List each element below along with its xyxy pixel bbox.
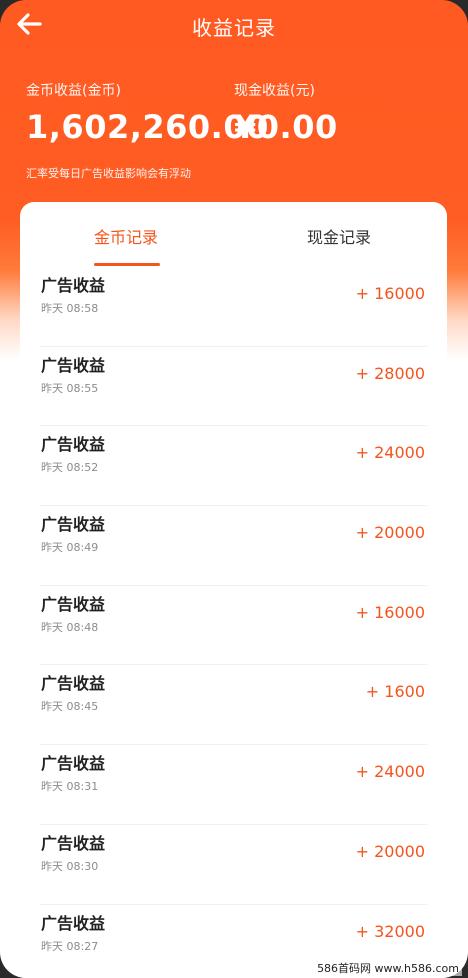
record-name: 广告收益 bbox=[41, 276, 106, 295]
list-item[interactable]: 广告收益 昨天 08:30 + 20000 bbox=[20, 823, 447, 904]
cash-earnings: 现金收益(元) ¥0.00 bbox=[234, 80, 338, 146]
cash-earnings-value: ¥0.00 bbox=[234, 108, 338, 146]
exchange-rate-note: 汇率受每日广告收益影响会有浮动 bbox=[26, 167, 191, 180]
coin-earnings-value: 1,602,260.00 bbox=[26, 108, 269, 146]
record-amount: + 20000 bbox=[355, 523, 425, 543]
record-tabs: 金币记录 现金记录 bbox=[20, 202, 447, 266]
record-name: 广告收益 bbox=[41, 515, 106, 535]
record-name: 广告收益 bbox=[41, 355, 106, 375]
list-item[interactable]: 广告收益 昨天 08:48 + 16000 bbox=[20, 584, 447, 665]
records-list: 广告收益 昨天 08:58 + 16000 广告收益 昨天 08:55 + 28… bbox=[20, 266, 447, 978]
coin-earnings: 金币收益(金币) 1,602,260.00 bbox=[26, 80, 269, 146]
record-name: 广告收益 bbox=[41, 594, 106, 614]
list-item[interactable]: 广告收益 昨天 08:52 + 24000 bbox=[20, 425, 447, 505]
watermark: 586首码网 www.h586.com bbox=[314, 960, 462, 976]
list-item[interactable]: 广告收益 昨天 08:58 + 16000 bbox=[20, 266, 447, 346]
record-time: 昨天 08:49 bbox=[41, 541, 99, 555]
record-time: 昨天 08:45 bbox=[41, 700, 99, 714]
record-amount: + 1600 bbox=[365, 682, 425, 702]
record-amount: + 20000 bbox=[355, 841, 425, 861]
record-amount: + 16000 bbox=[355, 602, 425, 622]
list-item[interactable]: 广告收益 昨天 08:31 + 24000 bbox=[20, 744, 447, 824]
record-amount: + 24000 bbox=[355, 443, 425, 463]
list-item[interactable]: 广告收益 昨天 08:55 + 28000 bbox=[20, 345, 447, 426]
coin-earnings-label: 金币收益(金币) bbox=[26, 83, 121, 99]
record-time: 昨天 08:58 bbox=[41, 302, 99, 315]
record-name: 广告收益 bbox=[41, 754, 106, 774]
record-time: 昨天 08:48 bbox=[41, 620, 99, 634]
record-time: 昨天 08:30 bbox=[41, 859, 99, 873]
record-amount: + 24000 bbox=[355, 762, 425, 782]
list-item[interactable]: 广告收益 昨天 08:45 + 1600 bbox=[20, 664, 447, 744]
record-time: 昨天 08:52 bbox=[41, 461, 99, 475]
record-time: 昨天 08:55 bbox=[41, 381, 99, 395]
record-amount: + 28000 bbox=[355, 363, 425, 383]
list-item[interactable]: 广告收益 昨天 08:49 + 20000 bbox=[20, 505, 447, 585]
page-title: 收益记录 bbox=[192, 16, 276, 40]
record-time: 昨天 08:31 bbox=[41, 780, 99, 794]
record-name: 广告收益 bbox=[41, 913, 106, 933]
top-bar: 收益记录 bbox=[0, 0, 468, 50]
record-time: 昨天 08:27 bbox=[41, 939, 99, 953]
cash-earnings-label: 现金收益(元) bbox=[234, 83, 315, 99]
record-amount: + 32000 bbox=[355, 921, 425, 941]
records-card: 金币记录 现金记录 广告收益 昨天 08:58 + 16000 广告收益 昨天 … bbox=[20, 202, 447, 978]
app-screen: 收益记录 金币收益(金币) 1,602,260.00 现金收益(元) ¥0.00… bbox=[0, 0, 468, 978]
record-name: 广告收益 bbox=[41, 435, 106, 455]
tab-coin-records[interactable]: 金币记录 bbox=[94, 224, 158, 248]
record-amount: + 16000 bbox=[355, 284, 425, 303]
tab-cash-records[interactable]: 现金记录 bbox=[307, 224, 371, 248]
record-name: 广告收益 bbox=[41, 674, 106, 694]
record-name: 广告收益 bbox=[41, 833, 106, 853]
